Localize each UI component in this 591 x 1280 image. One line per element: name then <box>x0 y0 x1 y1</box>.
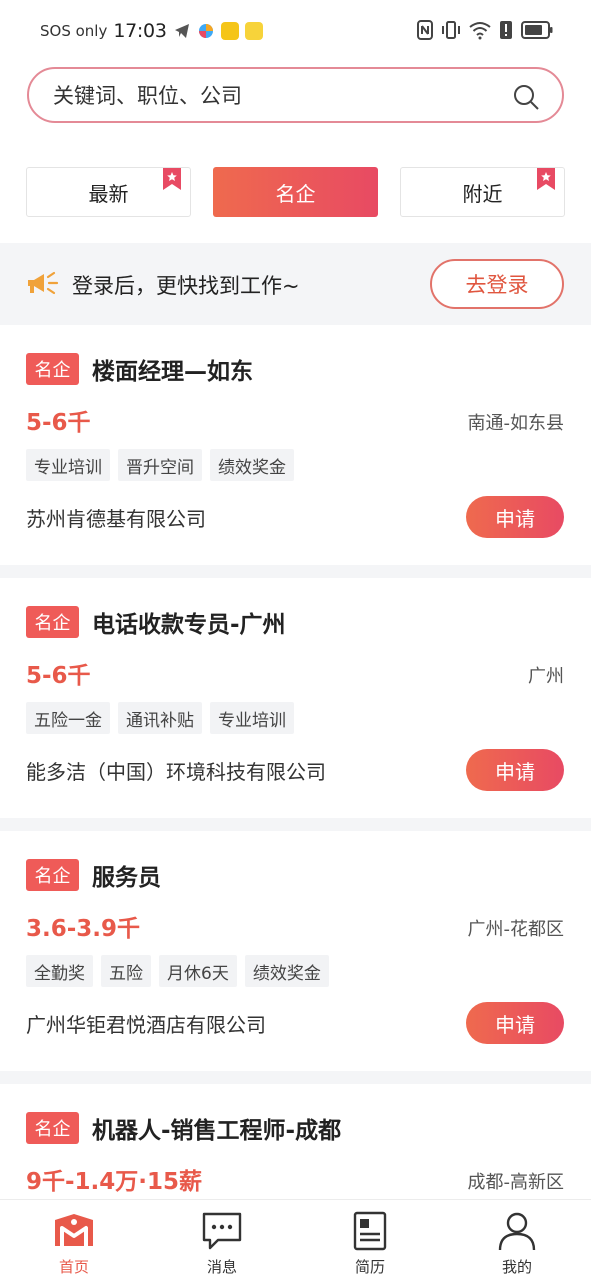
search-bar[interactable] <box>27 67 564 123</box>
resume-icon <box>353 1211 387 1251</box>
nav-home[interactable]: 首页 <box>0 1200 148 1280</box>
filter-tabs: 最新 名企 附近 <box>26 167 565 217</box>
wifi-icon <box>469 22 491 40</box>
carrier-text: SOS only <box>40 22 108 40</box>
company-name: 广州华钜君悦酒店有限公司 <box>26 1013 266 1037</box>
job-tag: 绩效奖金 <box>244 955 329 987</box>
message-icon <box>202 1212 242 1250</box>
job-location: 广州-花都区 <box>467 919 565 940</box>
famous-company-badge: 名企 <box>26 353 79 385</box>
job-salary: 3.6-3.9千 <box>26 916 141 942</box>
job-tag: 专业培训 <box>26 449 110 481</box>
telegram-icon <box>174 24 189 38</box>
home-icon <box>55 1214 93 1246</box>
tab-label: 附近 <box>462 181 503 206</box>
job-tag: 绩效奖金 <box>210 449 294 481</box>
job-title: 电话收款专员-广州 <box>92 612 286 638</box>
apply-button[interactable]: 申请 <box>466 1002 564 1044</box>
job-tag: 通讯补贴 <box>118 702 202 734</box>
job-tags: 专业培训 晋升空间 绩效奖金 <box>26 449 294 481</box>
job-tag: 五险 <box>101 955 151 987</box>
tab-latest[interactable]: 最新 <box>26 167 191 217</box>
job-location: 广州 <box>528 666 564 687</box>
nav-label: 我的 <box>501 1258 532 1276</box>
job-tag: 五险一金 <box>26 702 110 734</box>
job-list: 名企 楼面经理—如东 5-6千 南通-如东县 专业培训 晋升空间 绩效奖金 苏州… <box>0 325 591 1280</box>
nav-label: 首页 <box>58 1258 89 1276</box>
famous-company-badge: 名企 <box>26 1112 79 1144</box>
company-name: 能多洁（中国）环境科技有限公司 <box>26 760 326 784</box>
login-banner: 登录后，更快找到工作~ 去登录 <box>0 243 591 325</box>
app-face-icon <box>220 22 239 40</box>
apply-button[interactable]: 申请 <box>466 496 564 538</box>
nav-profile[interactable]: 我的 <box>443 1200 591 1280</box>
tab-famous-companies[interactable]: 名企 <box>213 167 378 217</box>
bottom-nav: 首页 消息 简历 我的 <box>0 1199 591 1280</box>
job-title: 楼面经理—如东 <box>92 359 253 385</box>
job-card[interactable]: 名企 服务员 3.6-3.9千 广州-花都区 全勤奖 五险 月休6天 绩效奖金 … <box>0 831 591 1084</box>
job-tag: 全勤奖 <box>26 955 93 987</box>
nav-resume[interactable]: 简历 <box>296 1200 444 1280</box>
job-salary: 9千-1.4万·15薪 <box>26 1169 203 1195</box>
job-salary: 5-6千 <box>26 663 91 689</box>
job-title: 服务员 <box>92 865 161 891</box>
job-tag: 月休6天 <box>159 955 237 987</box>
tab-label: 最新 <box>88 181 129 206</box>
status-left: SOS only 17:03 <box>40 20 263 42</box>
tab-label: 名企 <box>275 181 316 206</box>
nav-label: 简历 <box>354 1258 385 1276</box>
login-button[interactable]: 去登录 <box>430 259 564 309</box>
job-tags: 全勤奖 五险 月休6天 绩效奖金 <box>26 955 329 987</box>
clock: 17:03 <box>113 20 167 42</box>
search-icon[interactable] <box>512 83 540 111</box>
bookmark-icon <box>537 168 555 190</box>
bookmark-icon <box>163 168 181 190</box>
status-right <box>417 20 553 40</box>
nav-messages[interactable]: 消息 <box>148 1200 296 1280</box>
famous-company-badge: 名企 <box>26 859 79 891</box>
profile-icon <box>498 1212 536 1251</box>
job-tag: 专业培训 <box>210 702 294 734</box>
nav-label: 消息 <box>206 1258 237 1276</box>
tab-nearby[interactable]: 附近 <box>400 167 565 217</box>
login-prompt-text: 登录后，更快找到工作~ <box>72 274 300 298</box>
app-penguin-icon <box>244 22 263 40</box>
job-location: 成都-高新区 <box>467 1172 565 1193</box>
job-tags: 五险一金 通讯补贴 专业培训 <box>26 702 294 734</box>
job-title: 机器人-销售工程师-成都 <box>92 1118 342 1144</box>
status-bar: SOS only 17:03 <box>0 0 591 66</box>
company-name: 苏州肯德基有限公司 <box>26 507 206 531</box>
job-salary: 5-6千 <box>26 410 91 436</box>
megaphone-icon <box>28 271 59 295</box>
vibrate-icon <box>442 21 460 39</box>
nfc-icon <box>417 20 433 40</box>
famous-company-badge: 名企 <box>26 606 79 638</box>
alert-icon <box>500 21 512 39</box>
job-card[interactable]: 名企 电话收款专员-广州 5-6千 广州 五险一金 通讯补贴 专业培训 能多洁（… <box>0 578 591 831</box>
apply-button[interactable]: 申请 <box>466 749 564 791</box>
job-location: 南通-如东县 <box>467 413 565 434</box>
job-tag: 晋升空间 <box>118 449 202 481</box>
battery-icon <box>521 21 553 39</box>
job-card[interactable]: 名企 楼面经理—如东 5-6千 南通-如东县 专业培训 晋升空间 绩效奖金 苏州… <box>0 325 591 578</box>
app-swirl-icon <box>198 24 213 38</box>
search-input[interactable] <box>53 81 493 111</box>
